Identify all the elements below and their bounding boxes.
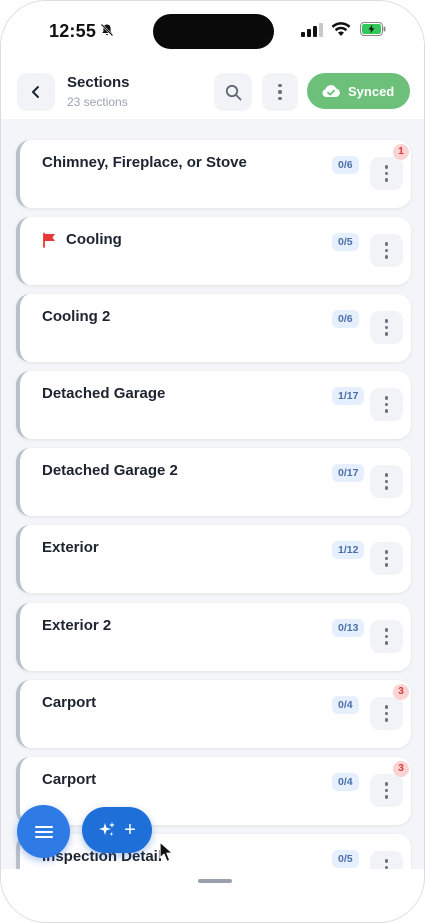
sync-status-label: Synced: [348, 83, 395, 99]
add-label: +: [124, 819, 136, 841]
section-card[interactable]: Cooling 2 0/6: [16, 294, 411, 362]
top-app-bar: Sections 23 sections Synced: [1, 63, 424, 119]
section-menu-button[interactable]: [370, 697, 403, 730]
section-card[interactable]: Detached Garage 1/17: [16, 371, 411, 439]
section-label: Cooling 2: [42, 308, 111, 325]
section-card[interactable]: Detached Garage 2 0/17: [16, 448, 411, 516]
section-label: Carport: [42, 771, 97, 788]
progress-count-badge: 0/6: [332, 156, 359, 174]
dynamic-island: [153, 14, 274, 49]
menu-fab-button[interactable]: [17, 805, 70, 858]
home-indicator[interactable]: [198, 879, 232, 883]
section-label: Exterior: [42, 539, 99, 556]
more-vertical-icon: [384, 705, 389, 722]
bell-muted-icon: [100, 23, 114, 37]
section-menu-button[interactable]: [370, 234, 403, 267]
progress-count-badge: 0/17: [332, 464, 365, 482]
progress-count-badge: 0/4: [332, 696, 359, 714]
section-card[interactable]: Carport 0/4 3: [16, 757, 411, 825]
section-menu-button[interactable]: [370, 774, 403, 807]
battery-charging-icon: [360, 22, 386, 36]
progress-count-badge: 0/4: [332, 773, 359, 791]
cellular-signal-icon: [301, 23, 323, 37]
section-menu-button[interactable]: [370, 311, 403, 344]
back-button[interactable]: [17, 73, 55, 111]
red-flag-icon: [43, 232, 55, 248]
phone-screen: 12:55 Sections 23 sections Synced Chimne…: [0, 0, 425, 923]
progress-count-badge: 0/6: [332, 310, 359, 328]
cloud-check-icon: [322, 85, 340, 97]
page-title: Sections: [67, 74, 130, 91]
progress-count-badge: 0/5: [332, 233, 359, 251]
section-card[interactable]: Exterior 1/12: [16, 525, 411, 593]
section-menu-button[interactable]: [370, 620, 403, 653]
progress-count-badge: 1/12: [332, 541, 365, 559]
section-menu-button[interactable]: [370, 157, 403, 190]
section-list: Chimney, Fireplace, or Stove 0/6 1 Cooli…: [1, 119, 424, 879]
search-button[interactable]: [214, 73, 252, 111]
progress-count-badge: 0/13: [332, 619, 365, 637]
section-label: Detached Garage: [42, 385, 166, 402]
sparkle-icon: [99, 822, 116, 836]
section-label: Carport: [42, 694, 97, 711]
alert-count-badge: 3: [393, 761, 409, 777]
section-menu-button[interactable]: [370, 542, 403, 575]
section-label: Exterior 2: [42, 617, 112, 634]
more-vertical-icon: [384, 396, 389, 413]
more-vertical-icon: [384, 550, 389, 567]
section-card[interactable]: Cooling 0/5: [16, 217, 411, 285]
chevron-left-icon: [32, 86, 39, 98]
hamburger-menu-icon: [34, 825, 53, 838]
more-vertical-icon: [384, 782, 389, 799]
alert-count-badge: 3: [393, 684, 409, 700]
section-card[interactable]: Carport 0/4 3: [16, 680, 411, 748]
mouse-cursor-icon: [159, 841, 174, 863]
more-vertical-icon: [278, 83, 282, 101]
section-label: Cooling: [66, 231, 122, 248]
sync-status-button[interactable]: Synced: [307, 73, 410, 109]
more-vertical-icon: [384, 165, 389, 182]
alert-count-badge: 1: [393, 144, 409, 160]
more-vertical-icon: [384, 242, 389, 259]
more-vertical-icon: [384, 319, 389, 336]
more-vertical-icon: [384, 628, 389, 645]
wifi-icon: [331, 22, 351, 36]
add-section-fab-button[interactable]: +: [82, 807, 152, 853]
section-menu-button[interactable]: [370, 465, 403, 498]
section-card[interactable]: Exterior 2 0/13: [16, 603, 411, 671]
progress-count-badge: 0/5: [332, 850, 359, 868]
status-bar: 12:55: [1, 1, 424, 63]
more-vertical-icon: [384, 473, 389, 490]
section-label: Chimney, Fireplace, or Stove: [42, 154, 247, 171]
section-menu-button[interactable]: [370, 388, 403, 421]
page-subtitle: 23 sections: [67, 95, 128, 109]
status-time: 12:55: [49, 21, 97, 41]
section-card[interactable]: Chimney, Fireplace, or Stove 0/6 1: [16, 140, 411, 208]
more-options-button[interactable]: [262, 73, 298, 111]
search-icon: [225, 84, 241, 100]
section-label: Detached Garage 2: [42, 462, 178, 479]
bottom-safe-area: [1, 869, 424, 922]
progress-count-badge: 1/17: [332, 387, 365, 405]
